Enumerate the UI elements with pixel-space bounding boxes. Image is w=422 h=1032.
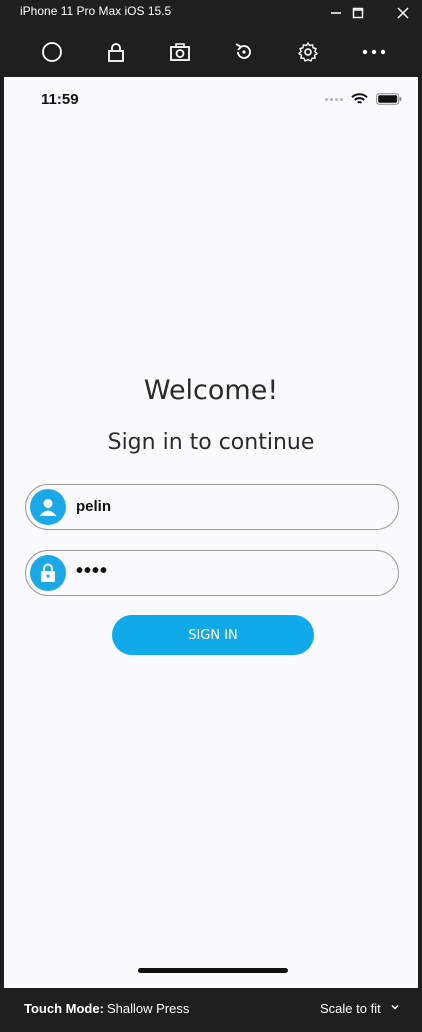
touch-mode-label: Touch Mode: (24, 1001, 104, 1016)
settings-button[interactable] (294, 38, 322, 66)
password-input[interactable]: •••• (76, 560, 108, 583)
maximize-button[interactable] (338, 0, 378, 26)
signal-dots-icon (325, 97, 343, 101)
camera-icon (170, 43, 190, 61)
more-icon (362, 49, 386, 55)
rotate-icon (235, 43, 251, 59)
maximize-icon (352, 7, 364, 19)
more-button[interactable] (360, 38, 388, 66)
password-field[interactable]: •••• (25, 550, 399, 596)
home-indicator[interactable] (138, 968, 288, 973)
sign-in-button[interactable]: SIGN IN (112, 615, 314, 655)
lock-button[interactable] (102, 38, 130, 66)
simulator-toolbar (0, 26, 422, 78)
welcome-heading: Welcome! (143, 375, 279, 406)
rotate-button[interactable] (230, 38, 258, 66)
touch-mode-value[interactable]: Shallow Press (107, 1001, 189, 1016)
gear-icon (298, 42, 318, 62)
device-screen: 11:59 Welcome! Sign in to continue pelin… (4, 77, 418, 988)
scale-dropdown[interactable]: Scale to fit (320, 1001, 381, 1016)
home-icon (42, 42, 62, 62)
window-title-bar: iPhone 11 Pro Max iOS 15.5 (0, 0, 422, 26)
battery-icon (376, 93, 402, 105)
chevron-down-icon[interactable] (390, 1002, 400, 1012)
signin-subtitle: Sign in to continue (107, 430, 315, 455)
status-icons (325, 93, 402, 105)
username-field[interactable]: pelin (25, 484, 399, 530)
close-button[interactable] (383, 0, 422, 26)
wifi-icon (351, 93, 368, 104)
simulator-bottom-bar: Touch Mode: Shallow Press Scale to fit (0, 988, 422, 1032)
screenshot-button[interactable] (166, 38, 194, 66)
user-icon (30, 489, 66, 525)
lock-icon (108, 43, 124, 62)
close-icon (397, 7, 409, 19)
home-button[interactable] (38, 38, 66, 66)
username-input[interactable]: pelin (76, 498, 111, 515)
status-time: 11:59 (41, 91, 79, 108)
lock-icon (30, 555, 66, 591)
window-title: iPhone 11 Pro Max iOS 15.5 (20, 4, 172, 18)
